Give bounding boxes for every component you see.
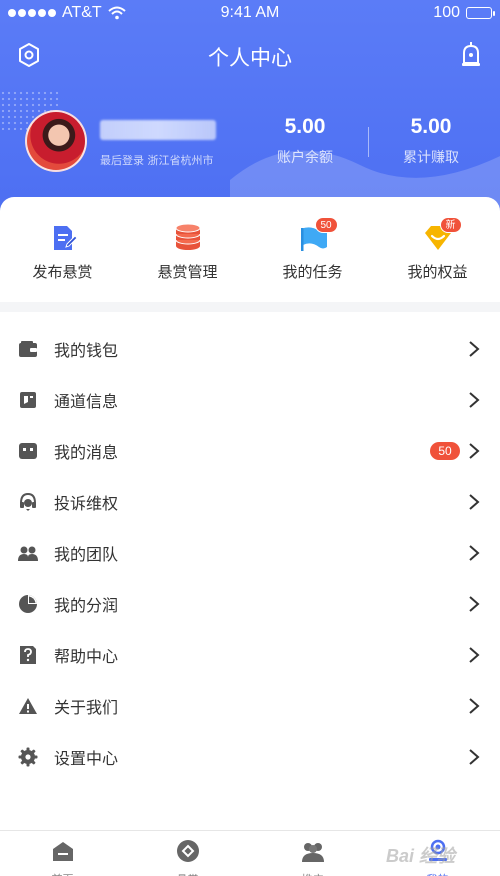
quick-action-my-rights[interactable]: 新 我的权益	[375, 197, 500, 302]
tab-promote[interactable]: 推广	[250, 831, 375, 876]
menu-label: 我的消息	[54, 442, 119, 462]
menu-item-messages[interactable]: 我的消息 50	[0, 425, 500, 476]
bounty-icon	[176, 840, 199, 862]
gear-icon	[18, 747, 38, 767]
menu-item-help[interactable]: 帮助中心	[0, 629, 500, 680]
last-login-location: 最后登录 浙江省杭州市	[100, 154, 214, 167]
wallet-icon	[18, 339, 38, 359]
tab-bounty[interactable]: 悬赏	[125, 831, 250, 876]
tab-label: 推广	[250, 871, 375, 876]
quick-action-publish-bounty[interactable]: 发布悬赏	[0, 197, 125, 302]
balance-label: 账户余额	[277, 150, 333, 166]
balance-value: 5.00	[284, 115, 326, 138]
status-time: 9:41 AM	[220, 4, 280, 21]
menu-item-wallet[interactable]: 我的钱包	[0, 323, 500, 374]
menu-label: 投诉维权	[54, 493, 119, 513]
chevron-right-icon	[469, 646, 480, 663]
page-title: 个人中心	[208, 46, 292, 70]
watermark: Bai 经验	[386, 846, 456, 866]
chevron-right-icon	[469, 697, 480, 714]
tab-label: 我的	[375, 871, 500, 876]
chevron-right-icon	[469, 748, 480, 765]
status-bar: AT&T 9:41 AM 100	[0, 0, 500, 26]
quick-action-label: 发布悬赏	[32, 263, 93, 281]
flag-icon: 50	[297, 217, 338, 253]
quick-action-my-tasks[interactable]: 50 我的任务	[250, 197, 375, 302]
menu-label: 我的钱包	[54, 340, 119, 360]
quick-action-bounty-manage[interactable]: 悬赏管理	[125, 197, 250, 302]
menu-label: 我的团队	[54, 544, 119, 564]
chevron-right-icon	[469, 340, 480, 357]
total-earned-value: 5.00	[410, 115, 452, 138]
quick-action-label: 我的任务	[282, 263, 343, 281]
message-icon	[18, 441, 38, 461]
menu-list: 我的钱包 通道信息 我的消息 50 投诉维权 我的团队 我的分润 帮助中心 关于…	[0, 312, 500, 830]
menu-label: 设置中心	[54, 748, 119, 768]
tab-label: 悬赏	[125, 871, 250, 876]
menu-item-complaint[interactable]: 投诉维权	[0, 476, 500, 527]
avatar[interactable]	[25, 110, 87, 172]
menu-label: 我的分润	[54, 595, 119, 615]
stat-divider	[368, 127, 369, 157]
help-icon	[18, 645, 38, 665]
menu-label: 帮助中心	[54, 646, 119, 666]
battery-percent: 100	[433, 4, 460, 21]
headset-icon	[18, 492, 38, 512]
total-earned-stat[interactable]: 5.00 累计赚取	[376, 115, 486, 167]
tasks-badge: 50	[314, 217, 338, 233]
tab-home[interactable]: 首页	[0, 831, 125, 876]
chevron-right-icon	[469, 442, 480, 459]
profile-header: AT&T 9:41 AM 100 个人中心 最后登录 浙江省杭州市 5.00 账…	[0, 0, 500, 215]
team-icon	[18, 543, 38, 563]
pie-chart-icon	[18, 594, 38, 614]
coin-stack-icon	[172, 223, 204, 253]
menu-item-channel[interactable]: 通道信息	[0, 374, 500, 425]
battery-icon	[466, 7, 495, 19]
chevron-right-icon	[469, 595, 480, 612]
menu-item-settings[interactable]: 设置中心	[0, 731, 500, 782]
menu-label: 通道信息	[54, 391, 119, 411]
messages-badge: 50	[430, 441, 460, 460]
menu-item-about[interactable]: 关于我们	[0, 680, 500, 731]
username-blurred	[100, 120, 216, 140]
channel-icon	[18, 390, 38, 410]
balance-stat[interactable]: 5.00 账户余额	[250, 115, 360, 167]
info-icon	[18, 696, 38, 716]
chevron-right-icon	[469, 544, 480, 561]
quick-action-label: 我的权益	[407, 263, 468, 281]
quick-actions: 发布悬赏 悬赏管理 50 我的任务 新 我的权益	[0, 197, 500, 302]
chevron-right-icon	[469, 391, 480, 408]
rights-badge: 新	[439, 217, 462, 233]
diamond-icon: 新	[422, 217, 462, 253]
document-edit-icon	[47, 223, 79, 253]
quick-action-label: 悬赏管理	[157, 263, 218, 281]
promote-icon	[301, 843, 324, 862]
total-earned-label: 累计赚取	[403, 150, 459, 166]
home-icon	[52, 842, 73, 861]
chevron-right-icon	[469, 493, 480, 510]
tab-label: 首页	[0, 871, 125, 876]
menu-label: 关于我们	[54, 697, 119, 717]
menu-item-profit-share[interactable]: 我的分润	[0, 578, 500, 629]
notification-bell-icon[interactable]	[456, 40, 486, 70]
menu-item-team[interactable]: 我的团队	[0, 527, 500, 578]
